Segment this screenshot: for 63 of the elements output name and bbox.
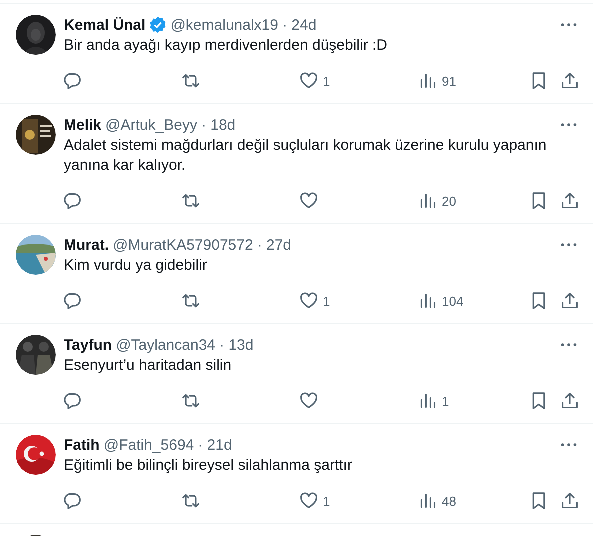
reply-text: Bir anda ayağı kayıp merdivenlerden düşebilir :D [64,36,389,56]
heart-icon[interactable] [300,392,318,410]
bar-chart-icon[interactable] [419,192,437,210]
like-count: 1 [323,294,330,308]
repost-icon[interactable] [182,392,200,410]
bookmark-icon[interactable] [530,192,548,210]
user-name[interactable]: Murat. [64,236,109,254]
reply-icon[interactable] [64,292,82,310]
user-name[interactable]: Fatih [64,436,100,454]
heart-icon[interactable] [300,292,318,310]
user-handle[interactable]: @Artuk_Beyy [106,116,198,134]
repost-icon[interactable] [182,292,200,310]
user-name[interactable]: Kemal Ünal [64,16,146,34]
user-handle[interactable]: @Taylancan34 [116,336,216,354]
view-count: 104 [442,294,464,308]
post-time[interactable]: · 13d [220,336,254,354]
heart-icon[interactable] [300,72,318,90]
view-count: 20 [442,194,456,208]
bookmark-icon[interactable] [530,392,548,410]
repost-icon[interactable] [182,492,200,510]
bar-chart-icon[interactable] [419,392,437,410]
bar-chart-icon[interactable] [419,72,437,90]
heart-icon[interactable] [300,492,318,510]
user-handle[interactable]: @MuratKA57907572 [113,236,254,254]
bookmark-icon[interactable] [530,72,548,90]
more-icon[interactable] [561,123,577,127]
view-count: 1 [442,394,450,408]
post-time[interactable]: · 18d [201,116,236,134]
reply-text: Eğitimli be bilinçli bireysel silahlanma şarttır [64,456,354,476]
share-icon[interactable] [561,192,579,210]
reply-icon[interactable] [64,492,82,510]
bar-chart-icon[interactable] [419,292,437,310]
user-handle[interactable]: @Fatih_5694 [104,436,194,454]
repost-icon[interactable] [182,192,200,210]
bookmark-icon[interactable] [530,292,548,310]
like-count: 1 [323,74,330,88]
more-icon[interactable] [561,23,577,27]
post-time[interactable]: · 21d [198,436,232,454]
view-count: 91 [442,74,456,88]
reply-icon[interactable] [64,72,82,90]
reply-text: Esenyurt’u haritadan silin [64,356,233,376]
post-time[interactable]: · 27d [257,236,292,254]
share-icon[interactable] [561,392,579,410]
share-icon[interactable] [561,292,579,310]
share-icon[interactable] [561,492,579,510]
user-name[interactable]: Tayfun [64,336,112,354]
heart-icon[interactable] [300,192,318,210]
user-name[interactable]: Melik [64,116,102,134]
reply-icon[interactable] [64,392,82,410]
like-count: 1 [323,494,330,508]
share-icon[interactable] [561,72,579,90]
reply-text: Adalet sistemi mağdurları değil suçluları korumak üzerine kurulu yapanın yanına kar kalıyor. [64,136,548,176]
view-count: 48 [442,494,456,508]
more-icon[interactable] [561,243,577,247]
bar-chart-icon[interactable] [419,492,437,510]
reply-text: Kim vurdu ya gidebilir [64,256,208,276]
user-handle[interactable]: @kemalunalx19 [170,16,278,34]
post-time[interactable]: · 24d [282,16,317,34]
more-icon[interactable] [561,343,577,347]
more-icon[interactable] [561,443,577,447]
reply-icon[interactable] [64,192,82,210]
repost-icon[interactable] [182,72,200,90]
bookmark-icon[interactable] [530,492,548,510]
